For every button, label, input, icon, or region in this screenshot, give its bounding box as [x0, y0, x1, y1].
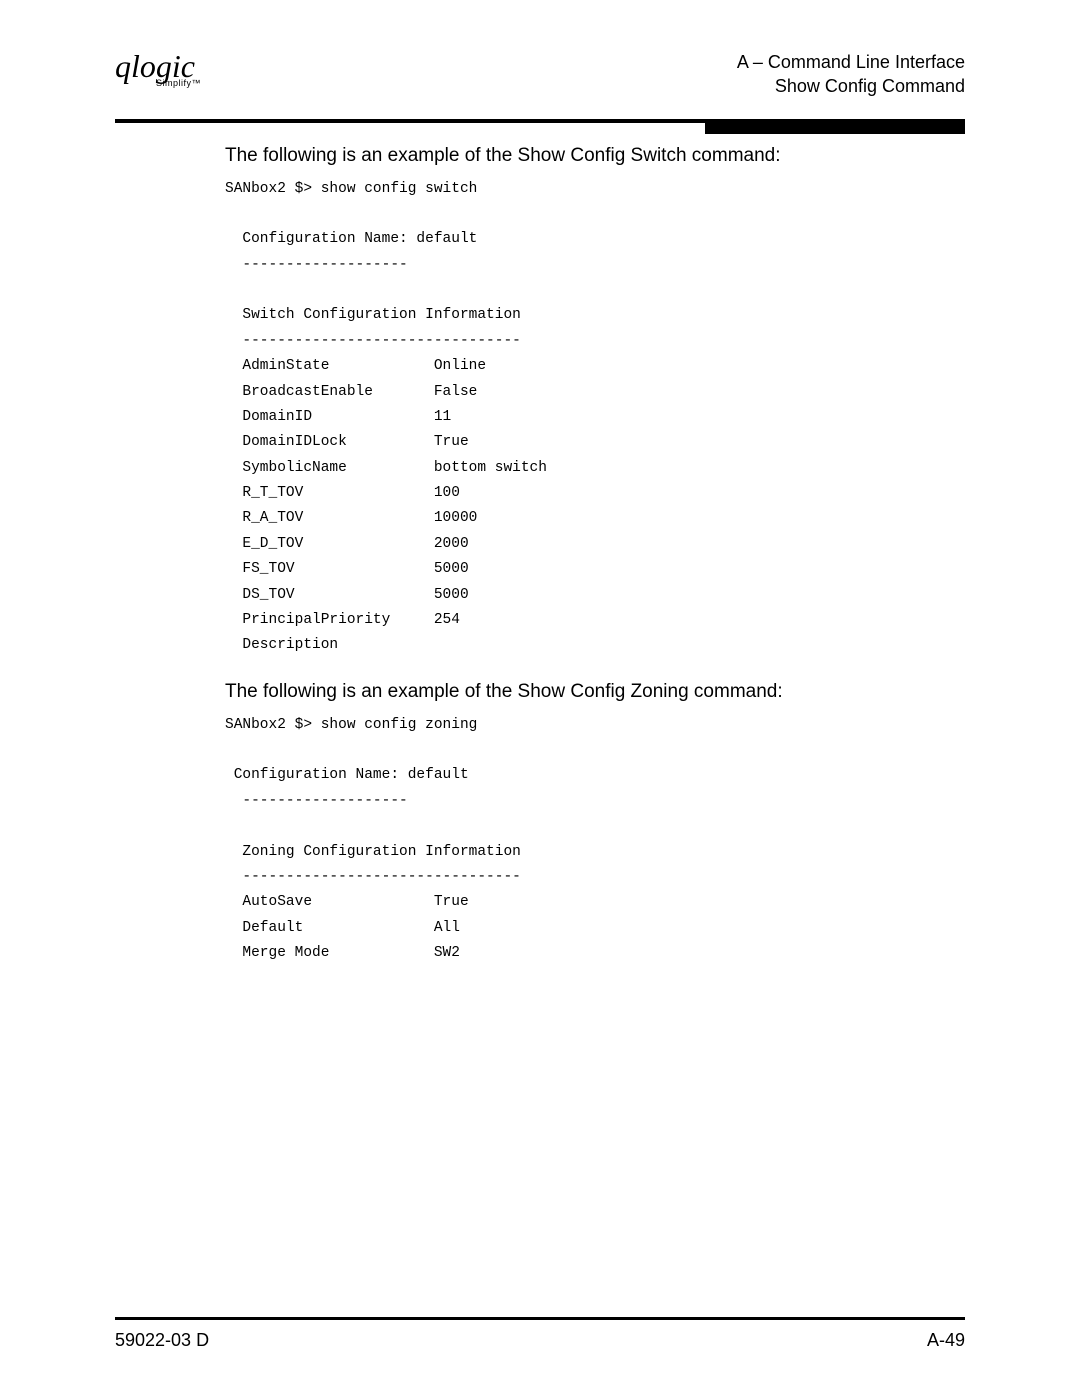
zoning-example-output: SANbox2 $> show config zoning Configurat…: [225, 713, 965, 967]
switch-example-output: SANbox2 $> show config switch Configurat…: [225, 177, 965, 659]
qlogic-logo: qlogic Simplify™: [115, 50, 195, 86]
header-rule: [115, 119, 965, 123]
appendix-title: A – Command Line Interface: [737, 50, 965, 74]
zoning-example-lead: The following is an example of the Show …: [225, 681, 965, 703]
switch-example-lead: The following is an example of the Show …: [225, 145, 965, 167]
section-title: Show Config Command: [737, 74, 965, 98]
page: qlogic Simplify™ A – Command Line Interf…: [0, 0, 1080, 1397]
page-footer: 59022-03 D A-49: [115, 1317, 965, 1351]
footer-row: 59022-03 D A-49: [115, 1330, 965, 1351]
footer-rule: [115, 1317, 965, 1320]
logo-subtext: Simplify™: [156, 79, 201, 88]
doc-number: 59022-03 D: [115, 1330, 209, 1351]
page-number: A-49: [927, 1330, 965, 1351]
page-header: qlogic Simplify™ A – Command Line Interf…: [115, 50, 965, 113]
content-area: The following is an example of the Show …: [115, 145, 965, 967]
header-titles: A – Command Line Interface Show Config C…: [737, 50, 965, 99]
